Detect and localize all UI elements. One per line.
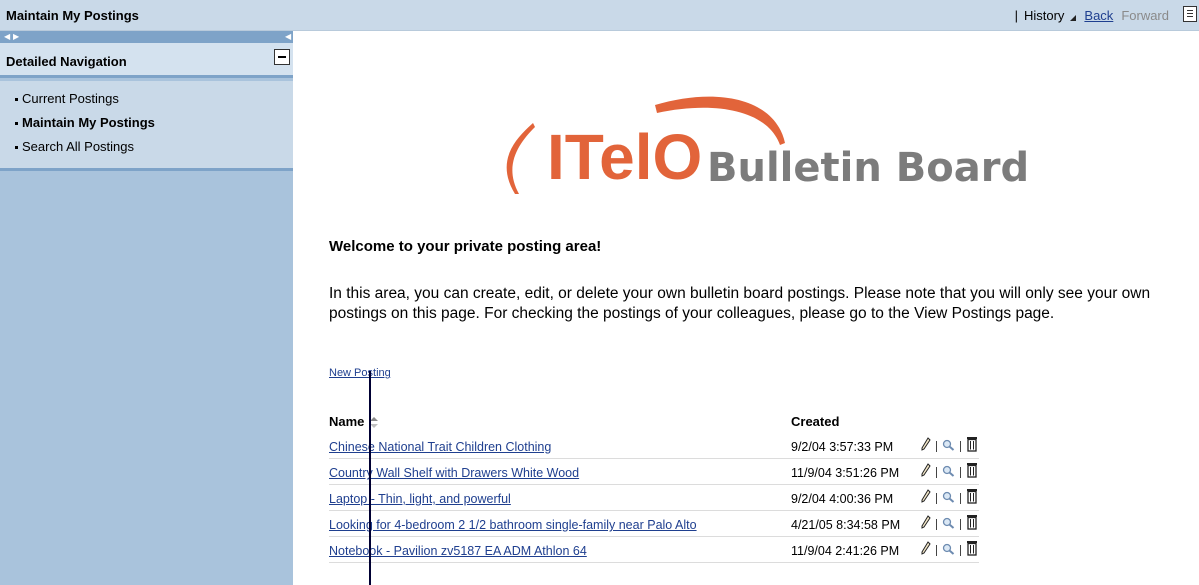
history-dropdown-icon[interactable] xyxy=(1070,14,1077,21)
action-divider xyxy=(936,545,937,556)
action-divider xyxy=(936,441,937,452)
forward-link: Forward xyxy=(1121,8,1169,23)
action-divider xyxy=(960,493,961,504)
row-actions xyxy=(921,436,978,457)
column-name-header[interactable]: Name xyxy=(329,414,364,429)
itelo-bulletin-board-logo: ITelO Bulletin Board xyxy=(506,96,1029,194)
new-posting-link[interactable]: New Posting xyxy=(329,367,391,379)
edit-icon[interactable] xyxy=(921,515,931,534)
edit-icon[interactable] xyxy=(921,463,931,482)
table-row: Looking for 4-bedroom 2 1/2 bathroom sin… xyxy=(329,511,979,537)
view-icon[interactable] xyxy=(942,490,955,508)
action-divider xyxy=(936,467,937,478)
delete-icon[interactable] xyxy=(966,514,978,535)
delete-icon[interactable] xyxy=(966,488,978,509)
view-icon[interactable] xyxy=(942,464,955,482)
edit-icon[interactable] xyxy=(921,437,931,456)
nav-item-current-postings[interactable]: Current Postings xyxy=(0,87,293,111)
history-separator: | xyxy=(1014,8,1018,23)
view-icon[interactable] xyxy=(942,516,955,534)
history-nav: | History Back Forward xyxy=(1015,8,1169,23)
view-icon[interactable] xyxy=(942,542,955,560)
posting-name-link[interactable]: Notebook - Pavilion zv5187 EA ADM Athlon… xyxy=(329,544,587,558)
navigation-panel: ◀ ▶ ◀ Detailed Navigation Current Postin… xyxy=(0,31,293,585)
page-title: Maintain My Postings xyxy=(6,8,139,23)
delete-icon[interactable] xyxy=(966,436,978,457)
nav-item-search-all-postings[interactable]: Search All Postings xyxy=(0,135,293,159)
action-divider xyxy=(960,545,961,556)
action-divider xyxy=(936,519,937,530)
posting-created-date: 9/2/04 4:00:36 PM xyxy=(791,492,894,506)
welcome-heading: Welcome to your private posting area! xyxy=(329,238,602,255)
table-row: Notebook - Pavilion zv5187 EA ADM Athlon… xyxy=(329,537,979,563)
nav-collapse-arrow-icon[interactable]: ◀ xyxy=(285,32,291,41)
logo-brand: ITelO xyxy=(547,121,702,193)
row-actions xyxy=(921,488,978,509)
minus-icon xyxy=(278,56,286,58)
edit-icon[interactable] xyxy=(921,541,931,560)
posting-name-link[interactable]: Laptop - Thin, light, and powerful xyxy=(329,492,511,506)
action-divider xyxy=(936,493,937,504)
nav-list: Current Postings Maintain My Postings Se… xyxy=(0,81,293,171)
action-divider xyxy=(960,467,961,478)
table-header: Name Created xyxy=(329,411,979,433)
action-divider xyxy=(960,519,961,530)
row-actions xyxy=(921,514,978,535)
nav-heading: Detailed Navigation xyxy=(6,54,127,69)
collapse-button[interactable] xyxy=(274,49,290,65)
nav-left-arrow-icon[interactable]: ◀ xyxy=(4,32,10,41)
view-icon[interactable] xyxy=(942,438,955,456)
table-row: Country Wall Shelf with Drawers White Wo… xyxy=(329,459,979,485)
row-actions xyxy=(921,540,978,561)
title-bar: Maintain My Postings | History Back Forw… xyxy=(0,0,1199,31)
posting-created-date: 11/9/04 2:41:26 PM xyxy=(791,544,900,558)
nav-resize-strip[interactable]: ◀ ▶ ◀ xyxy=(0,31,293,43)
posting-created-date: 4/21/05 8:34:58 PM xyxy=(791,518,901,532)
table-row: Chinese National Trait Children Clothing… xyxy=(329,433,979,459)
row-actions xyxy=(921,462,978,483)
intro-text: In this area, you can create, edit, or d… xyxy=(329,285,1151,322)
action-divider xyxy=(960,441,961,452)
page-menu-icon[interactable] xyxy=(1183,6,1197,22)
logo-subtitle: Bulletin Board xyxy=(707,145,1029,191)
delete-icon[interactable] xyxy=(966,462,978,483)
posting-name-link[interactable]: Country Wall Shelf with Drawers White Wo… xyxy=(329,466,579,480)
posting-created-date: 11/9/04 3:51:26 PM xyxy=(791,466,900,480)
posting-created-date: 9/2/04 3:57:33 PM xyxy=(791,440,894,454)
table-row: Laptop - Thin, light, and powerful 9/2/04… xyxy=(329,485,979,511)
edit-icon[interactable] xyxy=(921,489,931,508)
back-link[interactable]: Back xyxy=(1084,8,1113,23)
nav-item-maintain-my-postings[interactable]: Maintain My Postings xyxy=(0,111,293,135)
history-button[interactable]: History xyxy=(1024,8,1064,23)
postings-table: Name Created Chinese National Trait Chil… xyxy=(329,411,979,563)
posting-name-link[interactable]: Chinese National Trait Children Clothing xyxy=(329,440,551,454)
nav-right-arrow-icon[interactable]: ▶ xyxy=(13,32,19,41)
column-created-header: Created xyxy=(791,414,840,429)
detailed-navigation-header: Detailed Navigation xyxy=(0,43,293,78)
posting-name-link[interactable]: Looking for 4-bedroom 2 1/2 bathroom sin… xyxy=(329,518,697,532)
main-content: ITelO Bulletin Board Welcome to your pri… xyxy=(293,31,1199,585)
delete-icon[interactable] xyxy=(966,540,978,561)
text-cursor xyxy=(369,371,371,585)
